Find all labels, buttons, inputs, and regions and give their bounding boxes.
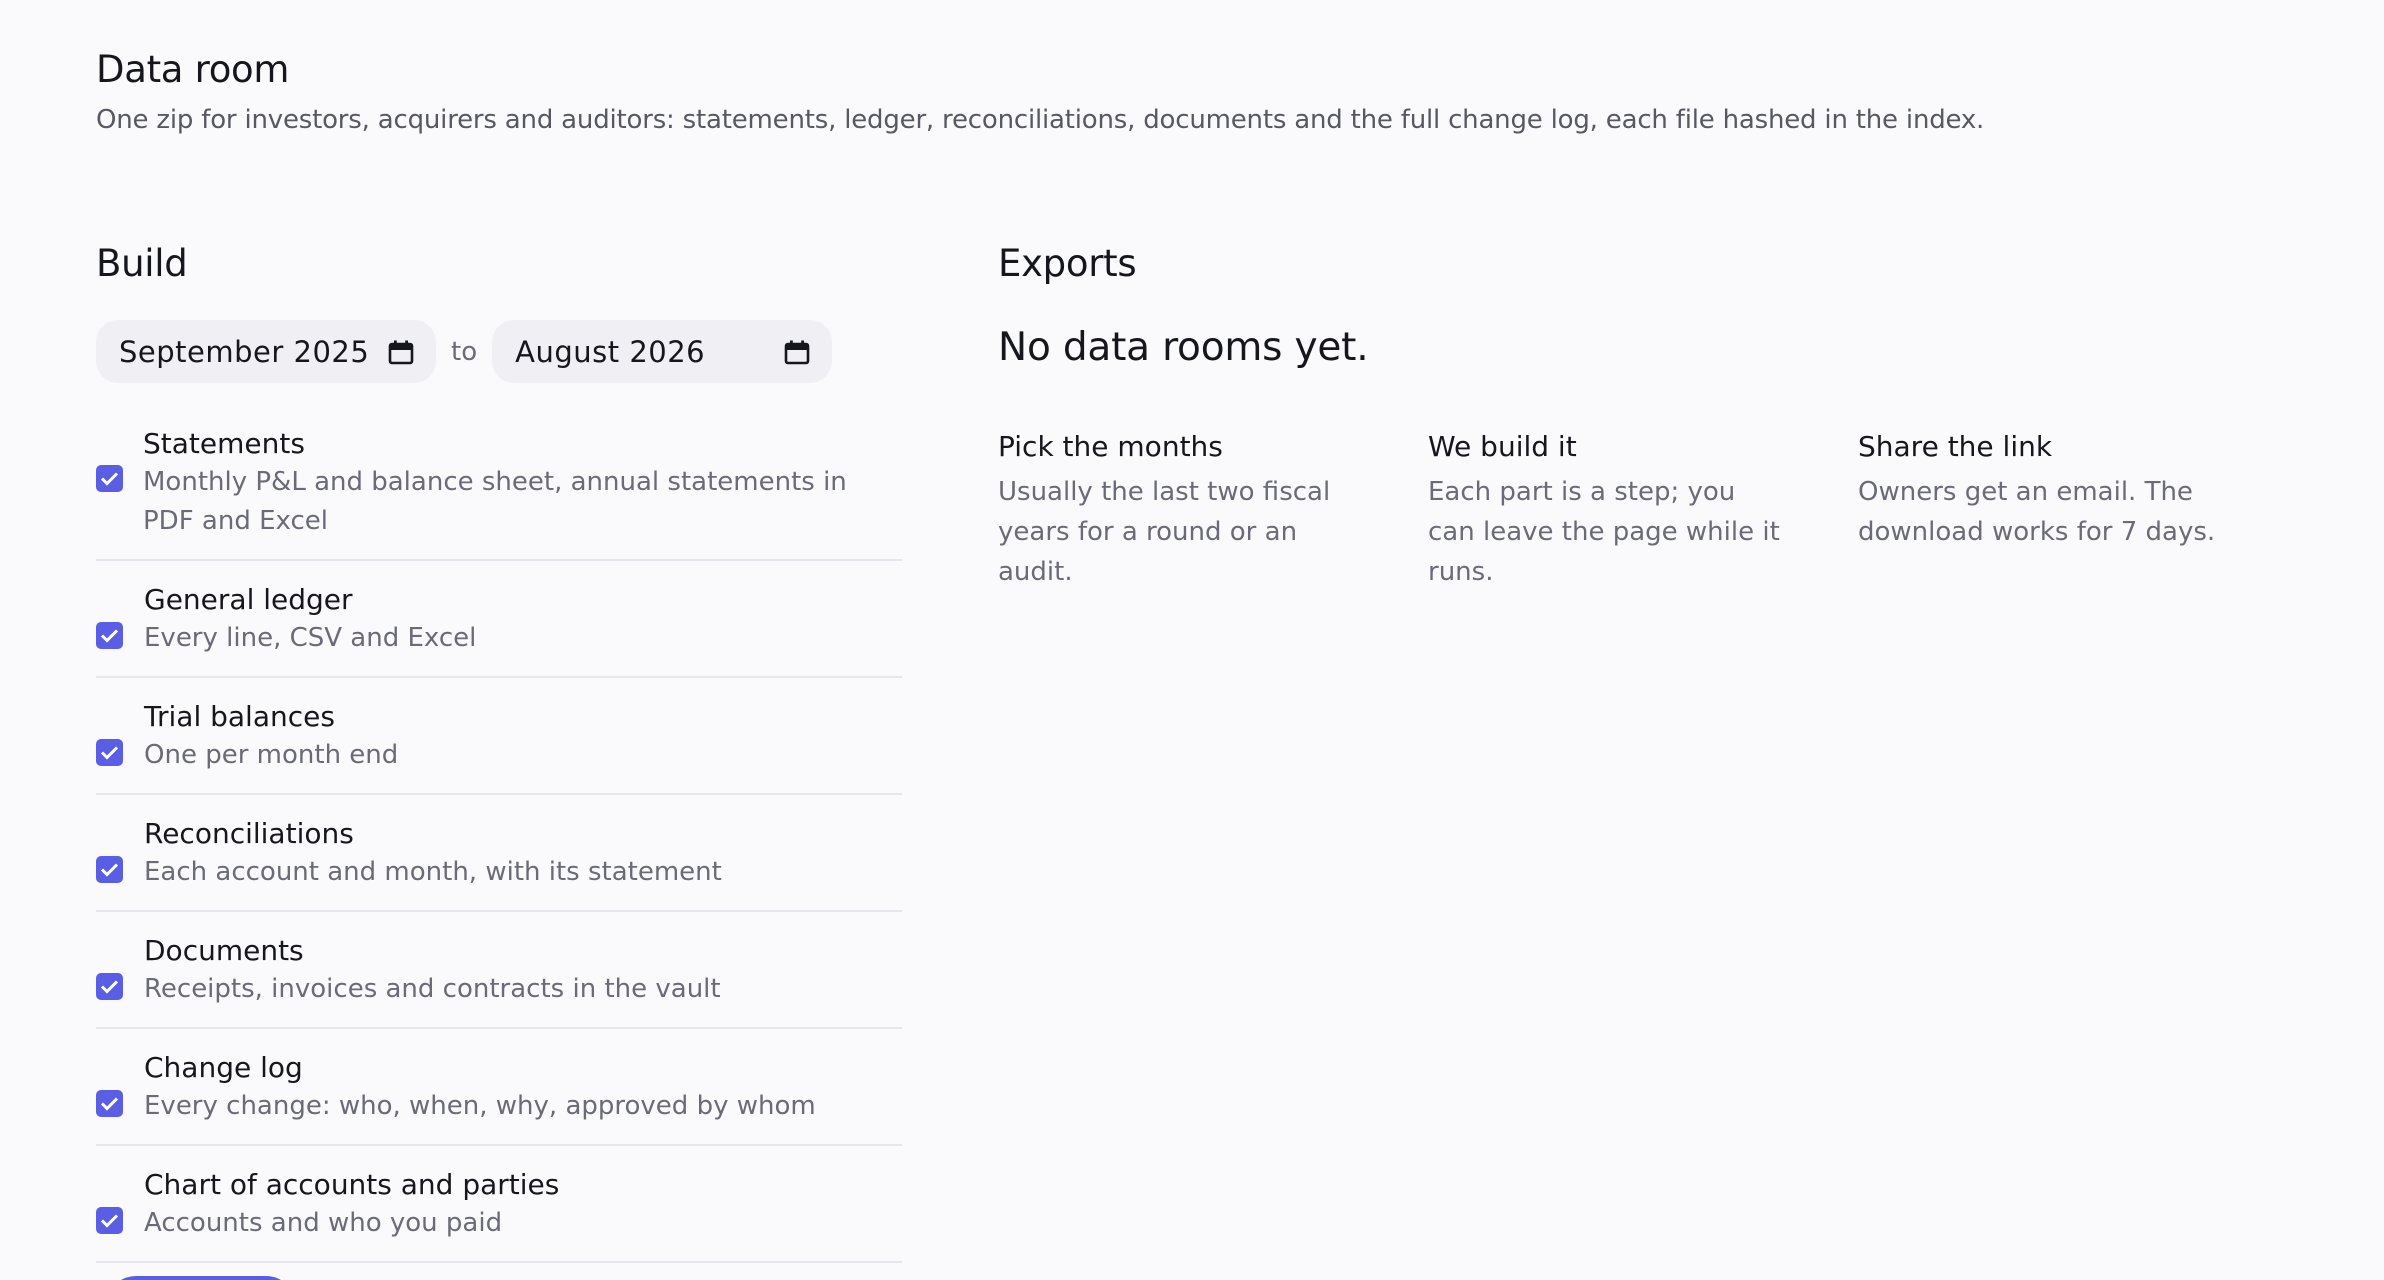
step-description: Each part is a step; you can leave the p…	[1428, 477, 1780, 587]
date-range: September 2025 to August 2026	[96, 320, 902, 383]
build-title: Build	[96, 242, 188, 285]
step-build: We build it Each part is a step; you can…	[1428, 428, 1858, 592]
page-subtitle: One zip for investors, acquirers and aud…	[96, 105, 1985, 135]
calendar-icon[interactable]	[388, 339, 414, 365]
option-label: General ledger	[144, 583, 353, 616]
checkmark-icon	[100, 863, 119, 877]
option-label: Change log	[144, 1051, 303, 1084]
export-options: Statements Monthly P&L and balance sheet…	[96, 425, 902, 1263]
option-text: Documents Receipts, invoices and contrac…	[144, 932, 902, 1009]
chart-of-accounts-checkbox[interactable]	[96, 1207, 123, 1234]
exports-section: Exports No data rooms yet. Pick the mont…	[998, 238, 2288, 592]
option-description: Monthly P&L and balance sheet, annual st…	[143, 467, 847, 536]
page-header: Data room One zip for investors, acquire…	[96, 44, 1984, 138]
calendar-icon[interactable]	[784, 339, 810, 365]
step-title: Pick the months	[998, 430, 1223, 463]
option-text: Change log Every change: who, when, why,…	[144, 1049, 902, 1126]
build-button[interactable]	[106, 1276, 296, 1280]
option-trial-balances[interactable]: Trial balances One per month end	[96, 698, 902, 795]
option-description: Every line, CSV and Excel	[144, 623, 477, 653]
option-description: Each account and month, with its stateme…	[144, 857, 722, 887]
step-description: Owners get an email. The download works …	[1858, 477, 2216, 547]
option-description: Every change: who, when, why, approved b…	[144, 1091, 816, 1121]
general-ledger-checkbox[interactable]	[96, 622, 123, 649]
option-description: Accounts and who you paid	[144, 1208, 503, 1238]
step-title: Share the link	[1858, 430, 2053, 463]
option-chart-of-accounts[interactable]: Chart of accounts and parties Accounts a…	[96, 1166, 902, 1263]
date-range-separator: to	[451, 336, 478, 367]
step-pick-months: Pick the months Usually the last two fis…	[998, 428, 1428, 592]
option-label: Reconciliations	[144, 817, 354, 850]
step-title: We build it	[1428, 430, 1577, 463]
option-label: Documents	[144, 934, 304, 967]
option-statements[interactable]: Statements Monthly P&L and balance sheet…	[96, 425, 902, 561]
checkmark-icon	[100, 980, 119, 994]
step-share-link: Share the link Owners get an email. The …	[1858, 428, 2288, 592]
option-label: Chart of accounts and parties	[144, 1168, 560, 1201]
documents-checkbox[interactable]	[96, 973, 123, 1000]
option-text: Reconciliations Each account and month, …	[144, 815, 902, 892]
step-description: Usually the last two fiscal years for a …	[998, 477, 1331, 587]
option-text: General ledger Every line, CSV and Excel	[144, 581, 902, 658]
build-section: Build September 2025 to August 2026 Stat…	[96, 238, 902, 1280]
option-reconciliations[interactable]: Reconciliations Each account and month, …	[96, 815, 902, 912]
from-month-input[interactable]: September 2025	[96, 320, 436, 383]
checkmark-icon	[100, 472, 119, 486]
empty-state-title: No data rooms yet.	[998, 325, 1369, 370]
option-label: Trial balances	[144, 700, 335, 733]
option-general-ledger[interactable]: General ledger Every line, CSV and Excel	[96, 581, 902, 678]
trial-balances-checkbox[interactable]	[96, 739, 123, 766]
option-documents[interactable]: Documents Receipts, invoices and contrac…	[96, 932, 902, 1029]
page-title: Data room	[96, 48, 290, 91]
option-text: Chart of accounts and parties Accounts a…	[144, 1166, 902, 1243]
checkmark-icon	[100, 746, 119, 760]
to-month-input[interactable]: August 2026	[492, 320, 833, 383]
option-description: Receipts, invoices and contracts in the …	[144, 974, 721, 1004]
checkmark-icon	[100, 1214, 119, 1228]
option-description: One per month end	[144, 740, 399, 770]
checkmark-icon	[100, 1097, 119, 1111]
from-month-value: September 2025	[119, 334, 370, 369]
onboarding-steps: Pick the months Usually the last two fis…	[998, 428, 2288, 592]
option-change-log[interactable]: Change log Every change: who, when, why,…	[96, 1049, 902, 1146]
statements-checkbox[interactable]	[96, 465, 123, 492]
option-text: Statements Monthly P&L and balance sheet…	[143, 425, 902, 541]
page: Data room One zip for investors, acquire…	[0, 0, 2384, 1280]
to-month-value: August 2026	[515, 334, 706, 369]
option-label: Statements	[143, 427, 305, 460]
exports-title: Exports	[998, 242, 1137, 285]
option-text: Trial balances One per month end	[144, 698, 902, 775]
change-log-checkbox[interactable]	[96, 1090, 123, 1117]
checkmark-icon	[100, 629, 119, 643]
reconciliations-checkbox[interactable]	[96, 856, 123, 883]
